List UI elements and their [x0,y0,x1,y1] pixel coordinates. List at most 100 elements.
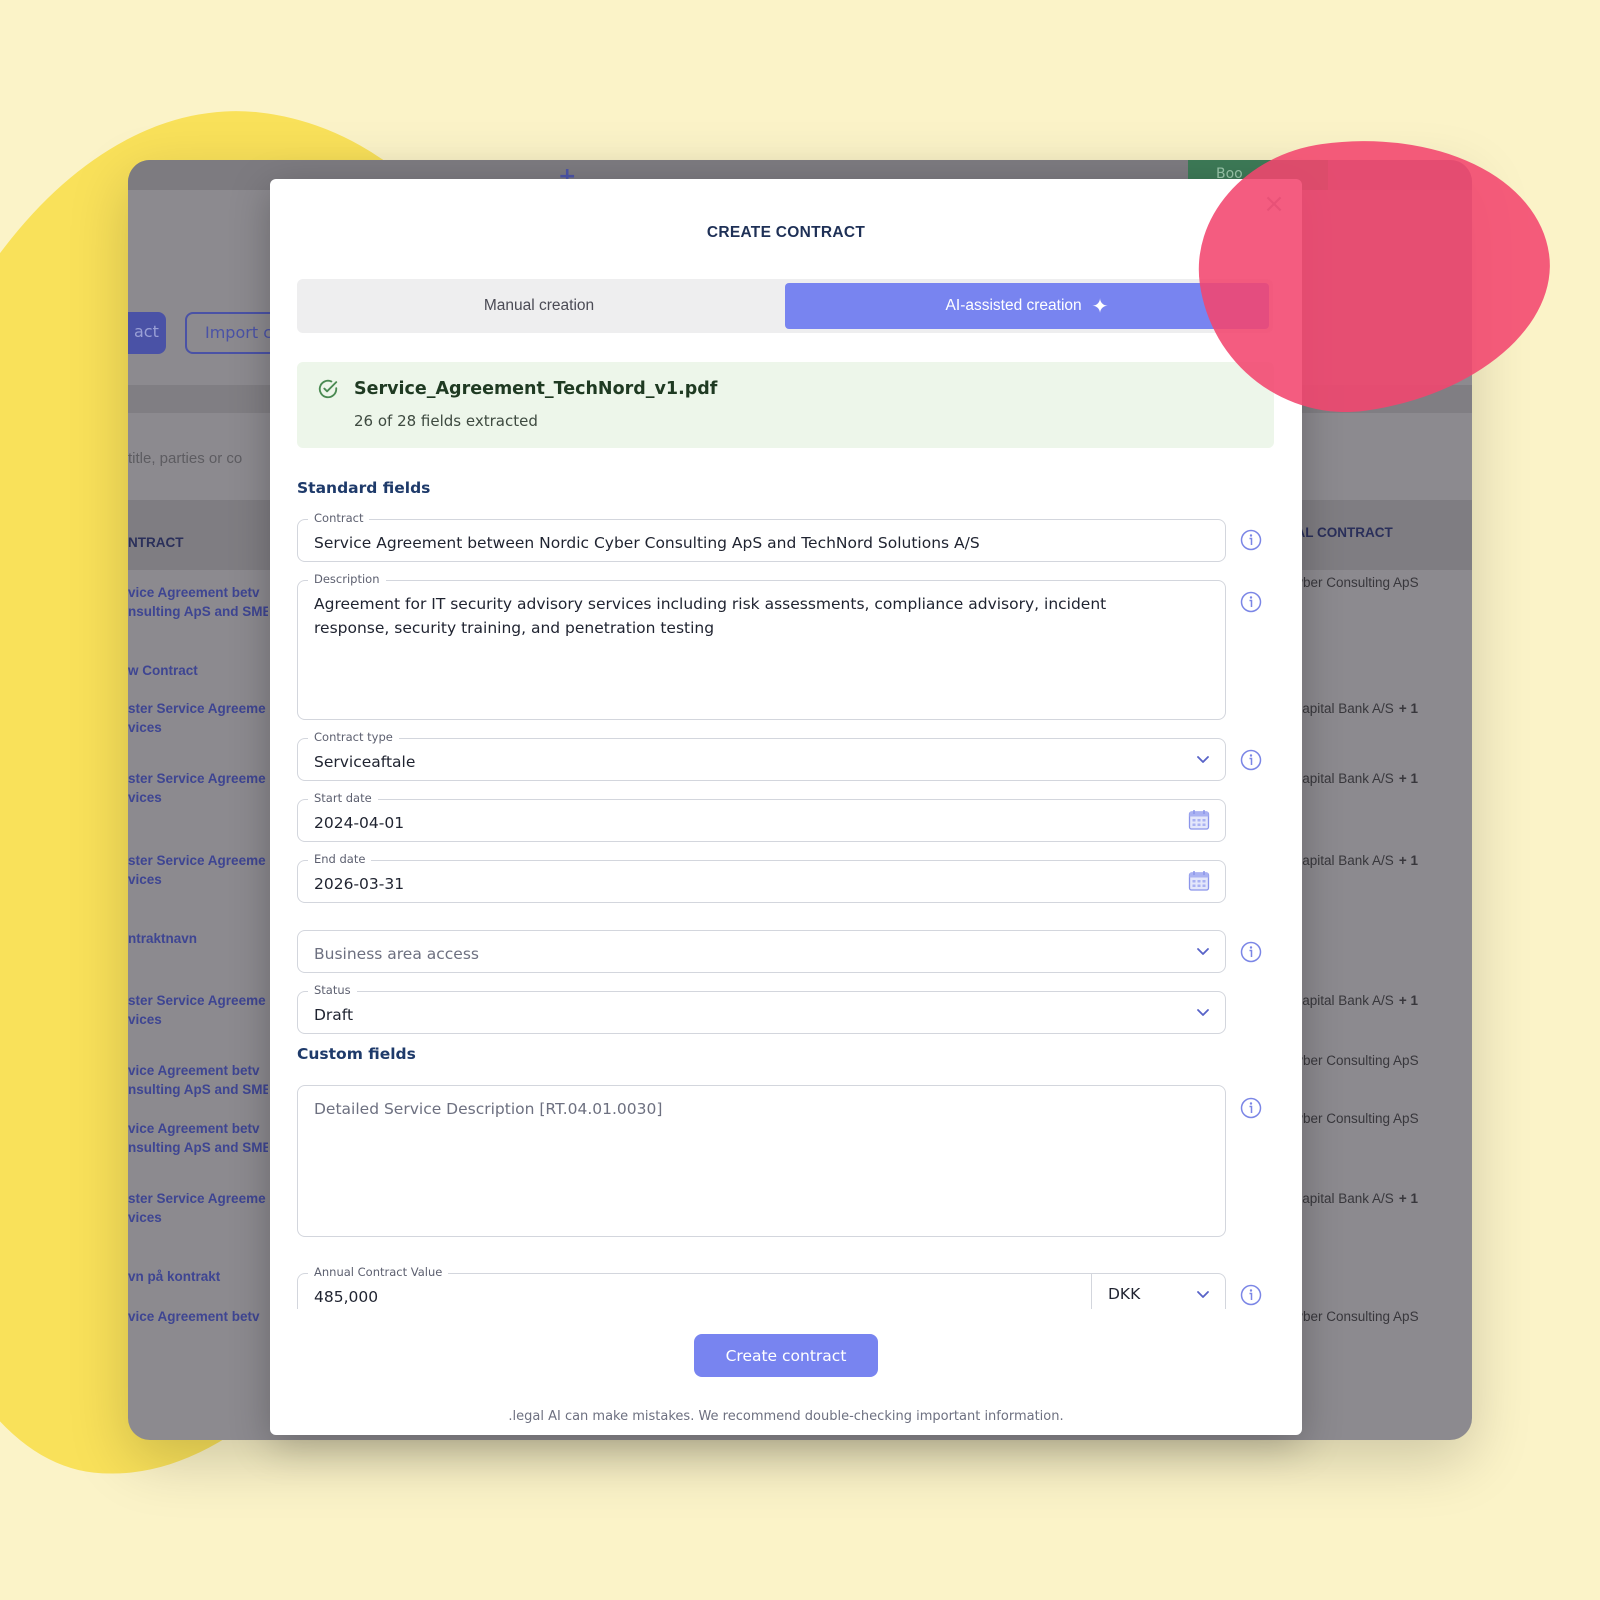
list-item[interactable]: ster Service Agreeme vices [128,699,268,737]
party-count-badge: + 1 [1398,993,1418,1008]
list-item-title: ster Service Agreeme [128,993,266,1008]
field-label: Contract [308,511,370,525]
custom-fields-title: Custom fields [297,1045,416,1063]
currency-select[interactable]: DKK [1108,1285,1140,1303]
table-row: c Cyber Consulting ApS [1276,1111,1472,1126]
list-item[interactable]: vice Agreement betv nsulting ApS and SME [128,1119,268,1157]
list-item[interactable]: ster Service Agreeme vices [128,991,268,1029]
field-value: Agreement for IT security advisory servi… [314,595,1107,637]
chevron-down-icon [1197,756,1209,763]
list-item-title: vn på kontrakt [128,1269,221,1284]
column-header-parties-line2: IES [1276,550,1472,565]
tab-label: AI-assisted creation [945,297,1082,314]
list-item-title: vice Agreement betv [128,1121,260,1136]
field-value: 2024-04-01 [314,814,405,832]
contract-column: NTRACT vice Agreement betv nsulting ApS a… [128,535,268,1324]
field-value: Draft [314,1006,354,1024]
info-icon[interactable] [1240,749,1262,771]
list-item-subtitle: vices [128,872,162,887]
field-label: Start date [308,791,378,805]
table-row: sk Kapital Bank A/S + 1 [1276,771,1472,786]
list-item[interactable]: ntraktnavn [128,929,268,948]
list-item[interactable]: ster Service Agreeme vices [128,1189,268,1227]
create-contract-button[interactable]: Create contract [694,1334,878,1377]
table-row: sk Kapital Bank A/S + 1 [1276,993,1472,1008]
contract-type-select[interactable]: Contract type Serviceaftale [297,730,1226,781]
list-item-title: vice Agreement betv [128,1063,260,1078]
modal-title: CREATE CONTRACT [706,224,866,241]
list-item-title: ntraktnavn [128,931,198,946]
list-item-subtitle: vices [128,1012,162,1027]
list-item[interactable]: vn på kontrakt [128,1267,268,1286]
calendar-icon[interactable] [1187,808,1211,832]
check-circle-icon [318,379,338,399]
description-field[interactable]: Description Agreement for IT security ad… [297,572,1226,720]
table-row: sk Kapital Bank A/S + 1 [1276,1191,1472,1206]
field-value: Service Agreement between Nordic Cyber C… [314,534,980,552]
info-icon[interactable] [1240,591,1262,613]
creation-mode-tabs: Manual creation AI-assisted creation ✦ [297,279,1273,333]
extracted-file-name: Service_Agreement_TechNord_v1.pdf [354,379,718,399]
table-row: c Cyber Consulting ApS [1276,1053,1472,1068]
detailed-service-description-field[interactable]: Detailed Service Description [RT.04.01.0… [297,1085,1226,1237]
field-label: Contract type [308,730,399,744]
list-item-title: vice Agreement betv [128,1309,260,1324]
list-item[interactable]: vice Agreement betv nsulting ApS and SME [128,583,268,621]
list-item[interactable]: w Contract [128,661,268,680]
standard-fields-title: Standard fields [297,479,431,497]
tab-manual-creation[interactable]: Manual creation [297,279,781,333]
list-item[interactable]: vice Agreement betv nsulting ApS and SME [128,1061,268,1099]
column-header-parties-line1: RNAL CONTRACT [1276,525,1393,540]
list-item-subtitle: vices [128,790,162,805]
list-item[interactable]: ster Service Agreeme vices [128,851,268,889]
table-row: sk Kapital Bank A/S + 1 [1276,853,1472,868]
divider [1091,1274,1092,1309]
field-placeholder: Detailed Service Description [RT.04.01.0… [314,1100,663,1118]
party-count-badge: + 1 [1398,853,1418,868]
contract-name-field[interactable]: Contract Service Agreement between Nordi… [297,511,1226,562]
list-item-title: ster Service Agreeme [128,1191,266,1206]
new-contract-button[interactable]: act [128,312,166,354]
field-value: 485,000 [314,1288,379,1306]
chevron-down-icon [1197,948,1209,955]
info-icon[interactable] [1240,529,1262,551]
field-value: Serviceaftale [314,753,416,771]
status-select[interactable]: Status Draft [297,983,1226,1034]
create-contract-modal: × CREATE CONTRACT Manual creation AI-ass… [270,179,1302,1435]
list-item-title: ster Service Agreeme [128,853,266,868]
list-item-title: ster Service Agreeme [128,771,266,786]
list-item-subtitle: nsulting ApS and SME [128,1140,268,1155]
column-header-parties: RNAL CONTRACT IES [1276,525,1472,565]
info-icon[interactable] [1240,1284,1262,1306]
column-header-contract: NTRACT [128,535,184,550]
party-count-badge: + 1 [1398,771,1418,786]
annual-contract-value-field[interactable]: Annual Contract Value 485,000 DKK [297,1265,1226,1309]
info-icon[interactable] [1240,1097,1262,1119]
list-item-title: vice Agreement betv [128,585,260,600]
calendar-icon[interactable] [1187,869,1211,893]
business-area-access-select[interactable]: Business area access [297,930,1226,973]
field-placeholder: Business area access [314,945,479,963]
list-item[interactable]: ster Service Agreeme vices [128,769,268,807]
start-date-field[interactable]: Start date 2024-04-01 [297,791,1226,842]
tab-ai-assisted-creation[interactable]: AI-assisted creation ✦ [785,283,1269,329]
list-item-subtitle: nsulting ApS and SME [128,604,268,619]
ai-disclaimer: .legal AI can make mistakes. We recommen… [508,1409,1064,1424]
extraction-status: 26 of 28 fields extracted [354,412,538,430]
search-input[interactable]: title, parties or co [128,450,268,467]
list-item-subtitle: vices [128,1210,162,1225]
info-icon[interactable] [1240,941,1262,963]
table-row: c Cyber Consulting ApS [1276,575,1472,590]
party-count-badge: + 1 [1398,1191,1418,1206]
end-date-field[interactable]: End date 2026-03-31 [297,852,1226,903]
tab-label: Manual creation [483,297,595,314]
field-label: Status [308,983,357,997]
field-label: Description [308,572,386,586]
sparkle-icon: ✦ [1091,295,1109,318]
parties-column: RNAL CONTRACT IES c Cyber Consulting ApS… [1276,525,1472,1324]
field-label: End date [308,852,372,866]
extraction-success-banner: Service_Agreement_TechNord_v1.pdf 26 of … [297,362,1274,448]
field-label: Annual Contract Value [308,1265,449,1279]
field-value: 2026-03-31 [314,875,405,893]
list-item[interactable]: vice Agreement betv [128,1307,268,1326]
